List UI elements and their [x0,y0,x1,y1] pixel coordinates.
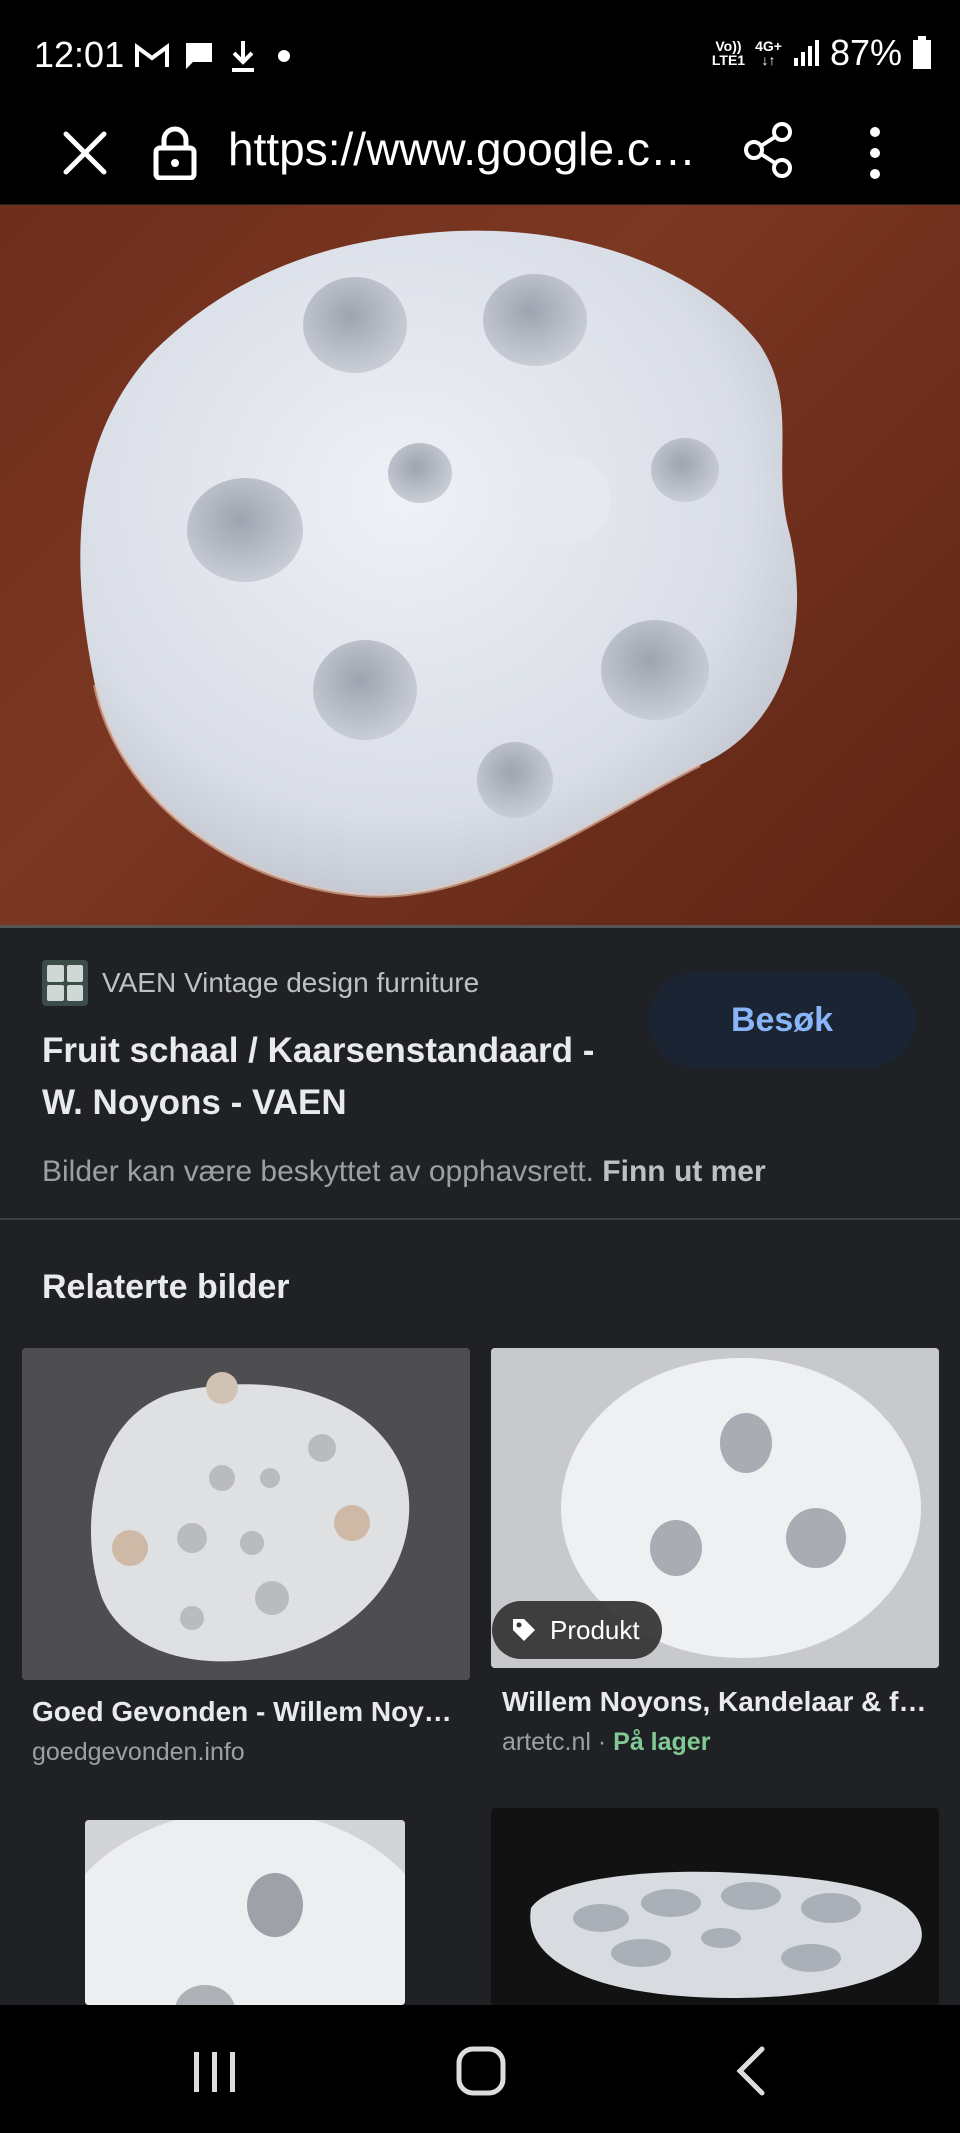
close-icon[interactable] [60,128,110,178]
copyright-notice: Bilder kan være beskyttet av opphavsrett… [42,1155,766,1189]
status-bar: 12:01 Vo)) LTE1 4G+ ↓↑ 87% [0,0,960,110]
related-image-3[interactable] [85,1820,405,2005]
product-badge-label: Produkt [550,1614,640,1645]
tag-icon [513,1619,535,1641]
related-source-2-name: artetc.nl [502,1728,591,1756]
share-icon[interactable] [740,120,796,180]
section-divider [0,1218,960,1220]
gmail-icon [135,43,169,67]
network-indicator: 4G+ ↓↑ [755,38,782,68]
related-title-2[interactable]: Willem Noyons, Kandelaar & f… [502,1686,932,1718]
battery-icon [913,36,931,69]
dot-icon [278,50,290,62]
source-favicon [42,960,88,1006]
main-image[interactable] [0,205,960,925]
in-stock-label: På lager [613,1728,711,1756]
system-nav-bar [0,2005,960,2133]
notification-icons [135,36,297,76]
related-image-4[interactable] [491,1808,939,2005]
source-row[interactable]: VAEN Vintage design furniture [42,960,479,1006]
more-vert-icon[interactable] [855,120,895,186]
download-icon [232,41,254,72]
status-right: Vo)) LTE1 4G+ ↓↑ 87% [712,32,932,74]
status-time: 12:01 [34,34,125,75]
related-image-1[interactable] [22,1348,470,1680]
related-source-separator: · [590,1728,614,1756]
related-title-1[interactable]: Goed Gevonden - Willem Noy… [32,1696,452,1728]
related-source-1: goedgevonden.info [32,1738,245,1766]
recents-icon[interactable] [190,2050,240,2094]
learn-more-link[interactable]: Finn ut mer [602,1155,765,1188]
visit-button[interactable]: Besøk [648,972,916,1068]
home-icon[interactable] [455,2045,507,2097]
browser-toolbar: https://www.google.c… [0,110,960,204]
back-icon[interactable] [732,2045,772,2097]
copyright-text: Bilder kan være beskyttet av opphavsrett… [42,1155,594,1188]
volte-indicator: Vo)) LTE1 [711,38,746,68]
product-badge: Produkt [492,1601,662,1659]
related-source-2: artetc.nl · På lager [502,1728,710,1757]
lock-icon[interactable] [152,124,198,180]
result-title[interactable]: Fruit schaal / Kaarsenstandaard - W. Noy… [42,1025,642,1129]
battery-percent: 87% [829,32,902,73]
related-heading: Relaterte bilder [42,1268,290,1306]
image-divider [0,925,960,928]
url-text[interactable]: https://www.google.c… [228,122,698,176]
chat-icon [186,43,212,69]
signal-icon [793,40,819,66]
source-name[interactable]: VAEN Vintage design furniture [102,967,479,999]
